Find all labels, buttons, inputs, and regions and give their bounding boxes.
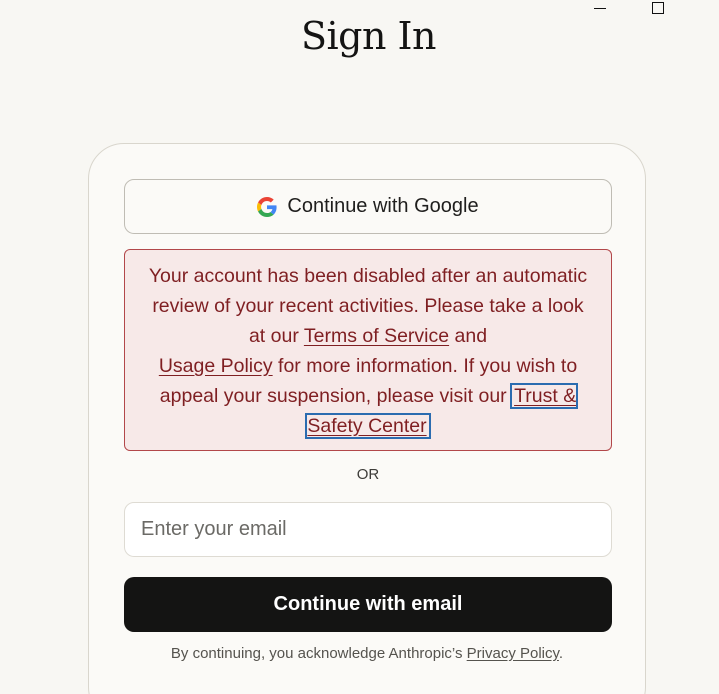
privacy-policy-link[interactable]: Privacy Policy (467, 645, 559, 662)
legal-notice: By continuing, you acknowledge Anthropic… (88, 645, 646, 662)
google-icon (257, 196, 277, 217)
usage-policy-link[interactable]: Usage Policy (159, 355, 273, 377)
continue-with-email-button[interactable]: Continue with email (124, 577, 612, 632)
account-disabled-alert: Your account has been disabled after an … (124, 249, 612, 451)
minimize-icon (594, 7, 606, 9)
legal-text: By continuing, you acknowledge Anthropic… (170, 645, 467, 662)
email-input[interactable] (124, 502, 612, 557)
page-title: Sign In (300, 14, 437, 58)
or-divider: OR (356, 466, 380, 483)
legal-suffix: . (558, 645, 564, 662)
error-text-2: and (449, 325, 488, 347)
maximize-icon (652, 2, 664, 14)
terms-of-service-link[interactable]: Terms of Service (304, 325, 449, 347)
sign-in-page: Sign In Continue with Google Your accoun… (0, 0, 719, 694)
continue-with-google-button[interactable]: Continue with Google (124, 179, 612, 234)
google-button-label: Continue with Google (287, 195, 479, 217)
